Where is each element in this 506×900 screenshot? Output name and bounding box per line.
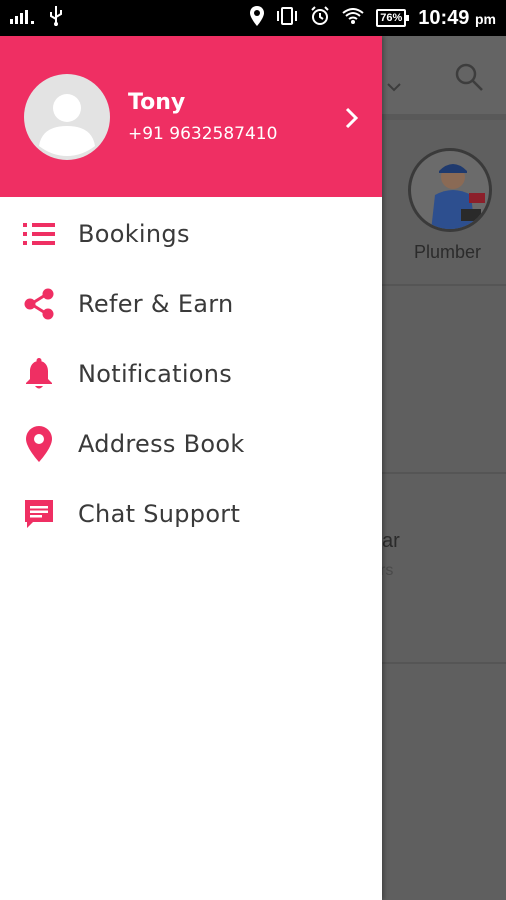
menu-item-bookings[interactable]: Bookings	[0, 199, 382, 269]
drawer-menu: Bookings Refer & Earn Notifications Addr…	[0, 199, 382, 549]
divider	[382, 662, 506, 664]
chevron-right-icon[interactable]	[344, 106, 360, 134]
divider	[382, 284, 506, 286]
card-title-fragment: ar	[382, 530, 400, 552]
menu-item-label: Chat Support	[78, 500, 241, 528]
vibrate-icon	[276, 7, 298, 29]
menu-item-label: Bookings	[78, 220, 190, 248]
bell-icon	[22, 357, 56, 391]
divider	[382, 472, 506, 474]
menu-item-refer-earn[interactable]: Refer & Earn	[0, 269, 382, 339]
plumber-image	[408, 148, 492, 232]
share-icon	[22, 287, 56, 321]
list-icon	[22, 217, 56, 251]
location-status-icon	[250, 6, 265, 30]
menu-item-chat-support[interactable]: Chat Support	[0, 479, 382, 549]
avatar[interactable]	[24, 74, 110, 160]
clock: 10:49 pm	[418, 6, 496, 29]
status-bar: 76% 10:49 pm	[0, 0, 506, 36]
menu-item-address-book[interactable]: Address Book	[0, 409, 382, 479]
menu-item-label: Refer & Earn	[78, 290, 234, 318]
wifi-icon	[342, 8, 364, 28]
user-phone: +91 9632587410	[128, 124, 278, 144]
chat-icon	[22, 497, 56, 531]
menu-item-label: Notifications	[78, 360, 233, 388]
chevron-down-icon	[387, 83, 401, 92]
navigation-drawer: Tony +91 9632587410 Bookings Refer & Ear…	[0, 36, 382, 900]
alarm-icon	[310, 6, 330, 30]
user-name: Tony	[128, 90, 186, 115]
menu-item-notifications[interactable]: Notifications	[0, 339, 382, 409]
drawer-profile-header[interactable]: Tony +91 9632587410	[0, 36, 382, 197]
menu-item-label: Address Book	[78, 430, 245, 458]
search-icon	[454, 62, 484, 96]
battery-indicator: 76%	[376, 9, 410, 27]
signal-icon	[10, 8, 36, 28]
plumber-label: Plumber	[414, 242, 482, 262]
usb-icon	[48, 6, 64, 30]
location-pin-icon	[22, 426, 56, 462]
